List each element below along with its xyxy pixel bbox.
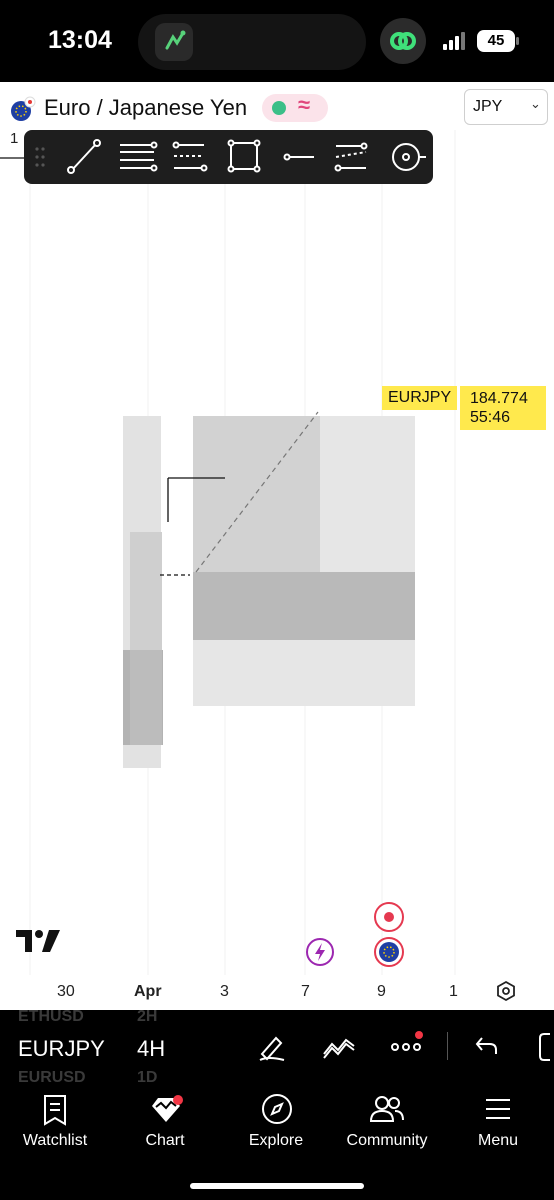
app-activity-icon [155, 23, 193, 61]
bar-countdown: 55:46 [470, 409, 511, 426]
eu-event-icon[interactable] [373, 936, 405, 973]
battery-tip [516, 37, 519, 45]
pitchfork-icon[interactable] [120, 141, 158, 172]
current-price-value: 184.774 [470, 390, 528, 407]
price-chart[interactable] [0, 130, 554, 1010]
current-symbol-tag: EURJPY [382, 386, 457, 410]
chart-icon [152, 1095, 183, 1122]
demand-zone [130, 650, 162, 745]
eu-flag-icon [10, 96, 36, 122]
current-price-label: 184.774 55:46 [460, 386, 546, 430]
symbol-picker[interactable]: EURJPY [18, 1036, 105, 1062]
trend-line-icon[interactable] [67, 139, 101, 174]
community-icon [369, 1096, 404, 1122]
record-event-icon[interactable] [373, 901, 405, 938]
symbol-title[interactable]: Euro / Japanese Yen [44, 95, 247, 121]
nav-label: Watchlist [22, 1132, 88, 1149]
nav-label: Community [346, 1132, 428, 1149]
x-tick: 9 [377, 983, 386, 1000]
x-tick: 3 [220, 983, 229, 1000]
analysis-zone [193, 416, 320, 572]
x-tick: 1 [449, 983, 458, 1000]
prev-tf-ghost: 2H [137, 1008, 158, 1025]
chart-settings-icon[interactable] [495, 980, 517, 1007]
x-tick: 7 [301, 983, 310, 1000]
circle-target-icon[interactable] [392, 143, 426, 171]
nav-label: Chart [145, 1132, 185, 1149]
rectangle-icon[interactable] [227, 139, 261, 173]
pen-icon[interactable] [256, 1032, 288, 1067]
demand-zone [193, 572, 415, 640]
indicators-icon[interactable] [322, 1034, 356, 1065]
tradingview-logo-icon[interactable] [16, 930, 60, 957]
toolbar-divider [447, 1032, 448, 1060]
nav-label: Explore [248, 1132, 304, 1149]
horizontal-ray-icon[interactable] [283, 153, 315, 161]
link-status-icon [380, 18, 426, 64]
flash-icon[interactable] [305, 937, 335, 972]
more-options-icon[interactable] [390, 1030, 426, 1065]
next-symbol-ghost: EURUSD [18, 1069, 86, 1086]
drawing-toolbar [24, 130, 433, 184]
status-time: 13:04 [48, 26, 112, 54]
parallel-channel-icon[interactable] [334, 142, 368, 172]
timeframe-picker[interactable]: 4H [137, 1036, 165, 1062]
x-tick: 30 [57, 983, 75, 1000]
next-tf-ghost: 1D [137, 1069, 158, 1086]
home-indicator [190, 1183, 364, 1189]
redo-icon[interactable] [536, 1032, 554, 1067]
x-tick: Apr [134, 983, 162, 1000]
watchlist-icon [44, 1095, 66, 1126]
pill-wave-icon: ≈ [298, 92, 311, 117]
market-open-dot [272, 101, 286, 115]
menu-icon [486, 1099, 510, 1119]
fib-retracement-icon[interactable] [172, 141, 208, 172]
drag-handle-icon[interactable] [35, 147, 45, 167]
undo-icon[interactable] [474, 1034, 500, 1063]
prev-symbol-ghost: ETHUSD [18, 1008, 84, 1025]
analysis-zone [130, 532, 162, 652]
signal-icon [443, 32, 469, 55]
compass-icon [262, 1094, 292, 1124]
battery-indicator: 45 [477, 30, 515, 52]
nav-label: Menu [477, 1132, 519, 1149]
chevron-down-icon: ⌄ [530, 96, 541, 111]
